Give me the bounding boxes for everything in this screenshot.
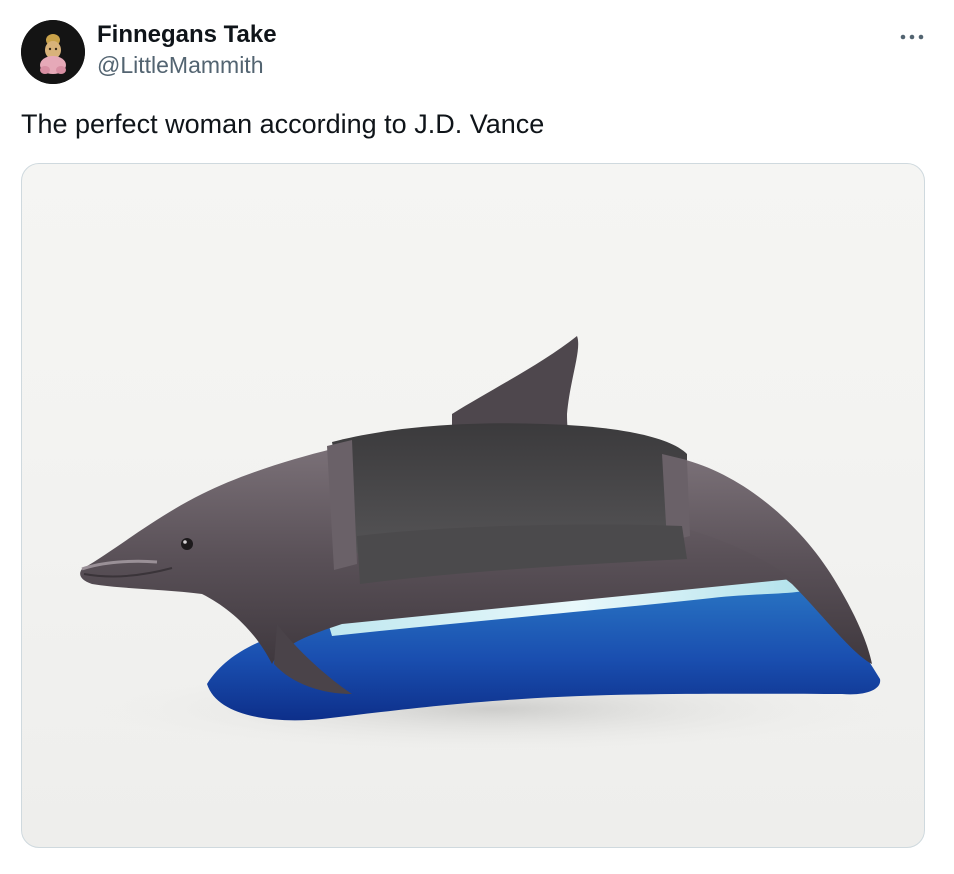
tweet-media[interactable] <box>21 163 925 848</box>
tweet-text: The perfect woman according to J.D. Vanc… <box>21 109 545 139</box>
dolphin-sofa-photo-icon <box>80 336 892 754</box>
author-handle[interactable]: @LittleMammith <box>97 50 277 80</box>
more-options-icon <box>900 34 924 40</box>
avatar-image-icon <box>21 20 85 84</box>
author-display-name[interactable]: Finnegans Take <box>97 20 277 50</box>
author-avatar[interactable] <box>21 20 85 84</box>
more-options-button[interactable] <box>893 22 931 52</box>
author-block: Finnegans Take @LittleMammith <box>97 20 277 80</box>
tweet: Finnegans Take @LittleMammith The perfec… <box>0 0 954 874</box>
